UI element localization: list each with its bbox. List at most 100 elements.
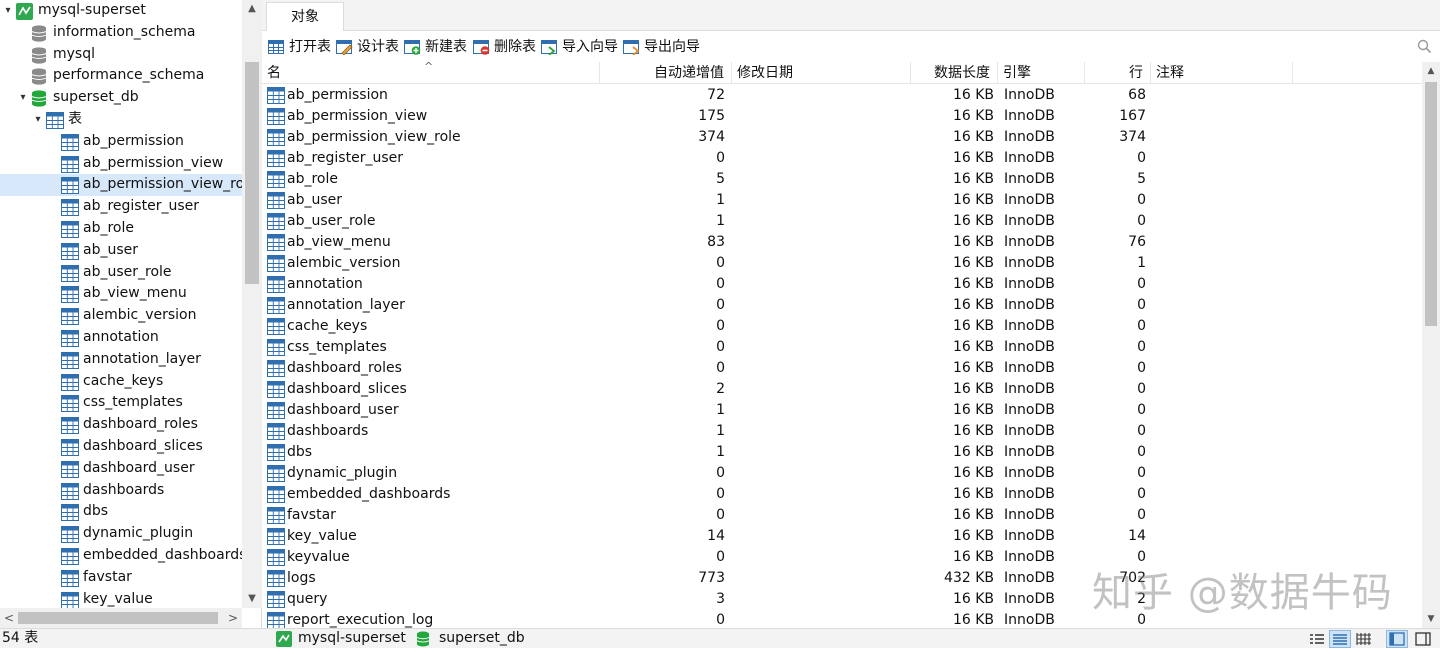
tree-table-item[interactable]: annotation_layer [0, 349, 242, 371]
cell-comment [1154, 442, 1294, 463]
column-header-rows[interactable]: 行 [1085, 62, 1151, 84]
table-row[interactable]: ab_role 5 16 KB InnoDB 5 [262, 169, 1422, 190]
navigator-vertical-scrollbar[interactable]: ▲ ▼ [242, 0, 262, 608]
table-row[interactable]: ab_permission_view 175 16 KB InnoDB 167 [262, 106, 1422, 127]
table-row[interactable]: embedded_dashboards 0 16 KB InnoDB 0 [262, 484, 1422, 505]
grid-vertical-scrollbar[interactable]: ▲ ▼ [1422, 62, 1440, 628]
table-row[interactable]: dashboard_user 1 16 KB InnoDB 0 [262, 400, 1422, 421]
navigator-horizontal-scrollbar[interactable]: < > [0, 608, 242, 628]
tree-table-item[interactable]: ab_permission [0, 131, 242, 153]
table-row[interactable]: alembic_version 0 16 KB InnoDB 1 [262, 253, 1422, 274]
table-row[interactable]: dbs 1 16 KB InnoDB 0 [262, 442, 1422, 463]
scroll-thumb[interactable] [245, 62, 259, 284]
tree-database-label: information_schema [53, 23, 196, 40]
tree-table-item[interactable]: ab_user_role [0, 262, 242, 284]
table-row[interactable]: ab_permission_view_role 374 16 KB InnoDB 374 [262, 127, 1422, 148]
cell-modified-date [732, 526, 902, 547]
cell-auto-increment: 175 [698, 108, 725, 124]
tree-table-item[interactable]: ab_register_user [0, 196, 242, 218]
tree-table-item[interactable]: alembic_version [0, 305, 242, 327]
scroll-up-button[interactable]: ▲ [242, 0, 262, 18]
tab-bar: 对象 [262, 0, 1440, 31]
cell-comment [1154, 316, 1294, 337]
table-row[interactable]: dashboard_roles 0 16 KB InnoDB 0 [262, 358, 1422, 379]
tree-database[interactable]: mysql [0, 44, 242, 66]
table-row[interactable]: ab_user 1 16 KB InnoDB 0 [262, 190, 1422, 211]
table-row[interactable]: dashboards 1 16 KB InnoDB 0 [262, 421, 1422, 442]
tree-database[interactable]: performance_schema [0, 65, 242, 87]
tree-database[interactable]: ▾ superset_db [0, 87, 242, 109]
table-row[interactable]: ab_permission 72 16 KB InnoDB 68 [262, 85, 1422, 106]
table-row[interactable]: ab_register_user 0 16 KB InnoDB 0 [262, 148, 1422, 169]
er-diagram-view-button[interactable] [1353, 630, 1375, 648]
tab-objects[interactable]: 对象 [266, 2, 344, 31]
tree-table-item[interactable]: key_value [0, 589, 242, 608]
cell-auto-increment: 0 [716, 255, 725, 271]
column-header-name[interactable]: 名 ^ [262, 62, 600, 84]
cell-comment [1154, 526, 1294, 547]
expand-chevron-icon[interactable]: ▾ [32, 109, 44, 131]
cell-name: report_execution_log [262, 610, 600, 628]
tree-table-item[interactable]: annotation [0, 327, 242, 349]
table-row[interactable]: key_value 14 16 KB InnoDB 14 [262, 526, 1422, 547]
tree-table-item[interactable]: ab_user [0, 240, 242, 262]
tree-table-item[interactable]: dashboard_user [0, 458, 242, 480]
tree-connection[interactable]: ▾ mysql-superset [0, 0, 242, 22]
cell-engine: InnoDB [1004, 213, 1055, 229]
table-row[interactable]: logs 773 432 KB InnoDB 702 [262, 568, 1422, 589]
column-header-comment[interactable]: 注释 [1151, 62, 1293, 84]
detail-view-button[interactable] [1329, 630, 1351, 648]
toggle-navigator-button[interactable] [1386, 630, 1408, 648]
scroll-right-button[interactable]: > [224, 608, 242, 628]
tree-tables-folder[interactable]: ▾ 表 [0, 109, 242, 131]
tree-table-item[interactable]: ab_permission_view_role [0, 174, 242, 197]
table-row[interactable]: query 3 16 KB InnoDB 2 [262, 589, 1422, 610]
column-header-modified-date[interactable]: 修改日期 [732, 62, 911, 84]
scroll-up-button[interactable]: ▲ [1422, 62, 1440, 80]
tree-table-item[interactable]: css_templates [0, 392, 242, 414]
toggle-info-pane-button[interactable] [1412, 630, 1434, 648]
export-wizard-label: 导出向导 [644, 39, 700, 55]
table-row[interactable]: keyvalue 0 16 KB InnoDB 0 [262, 547, 1422, 568]
list-view-button[interactable] [1306, 630, 1328, 648]
tree-table-item[interactable]: dynamic_plugin [0, 523, 242, 545]
column-header-engine[interactable]: 引擎 [998, 62, 1085, 84]
cell-comment [1154, 484, 1294, 505]
column-header-data-length[interactable]: 数据长度 [911, 62, 998, 84]
table-row[interactable]: report_execution_log 0 16 KB InnoDB 0 [262, 610, 1422, 628]
tree-table-item[interactable]: embedded_dashboards [0, 545, 242, 567]
tree-table-item[interactable]: ab_view_menu [0, 283, 242, 305]
tree-table-item[interactable]: dashboard_roles [0, 414, 242, 436]
expand-chevron-icon[interactable]: ▾ [2, 0, 14, 22]
tree-table-item[interactable]: ab_role [0, 218, 242, 240]
search-icon[interactable] [1417, 39, 1432, 54]
tree-table-item[interactable]: cache_keys [0, 371, 242, 393]
scroll-thumb[interactable] [1425, 82, 1437, 326]
table-row[interactable]: ab_user_role 1 16 KB InnoDB 0 [262, 211, 1422, 232]
tree-table-item[interactable]: ab_permission_view [0, 153, 242, 175]
scroll-thumb[interactable] [18, 612, 218, 624]
scroll-down-button[interactable]: ▼ [242, 590, 262, 608]
table-row[interactable]: ab_view_menu 83 16 KB InnoDB 76 [262, 232, 1422, 253]
table-row[interactable]: annotation_layer 0 16 KB InnoDB 0 [262, 295, 1422, 316]
scroll-down-button[interactable]: ▼ [1422, 610, 1440, 628]
expand-chevron-icon[interactable]: ▾ [17, 87, 29, 109]
tree-database[interactable]: information_schema [0, 22, 242, 44]
tree-table-item[interactable]: dashboards [0, 480, 242, 502]
column-header-auto-increment[interactable]: 自动递增值 [600, 62, 732, 84]
table-row[interactable]: css_templates 0 16 KB InnoDB 0 [262, 337, 1422, 358]
cell-data-length: 16 KB [952, 150, 994, 166]
tree-table-item[interactable]: dbs [0, 501, 242, 523]
table-row[interactable]: cache_keys 0 16 KB InnoDB 0 [262, 316, 1422, 337]
tree-table-item[interactable]: dashboard_slices [0, 436, 242, 458]
object-tree[interactable]: ▾ mysql-superset information_schemamysql pe… [0, 0, 242, 608]
tree-table-item[interactable]: favstar [0, 567, 242, 589]
table-row[interactable]: dashboard_slices 2 16 KB InnoDB 0 [262, 379, 1422, 400]
scroll-left-button[interactable]: < [0, 608, 18, 628]
table-row[interactable]: favstar 0 16 KB InnoDB 0 [262, 505, 1422, 526]
table-row[interactable]: dynamic_plugin 0 16 KB InnoDB 0 [262, 463, 1422, 484]
table-list-grid[interactable]: 名 ^ 自动递增值 修改日期 数据长度 引擎 行 注释 ab_permissio… [262, 62, 1440, 628]
cell-comment [1154, 463, 1294, 484]
open-table-label: 打开表 [289, 39, 331, 55]
table-row[interactable]: annotation 0 16 KB InnoDB 0 [262, 274, 1422, 295]
